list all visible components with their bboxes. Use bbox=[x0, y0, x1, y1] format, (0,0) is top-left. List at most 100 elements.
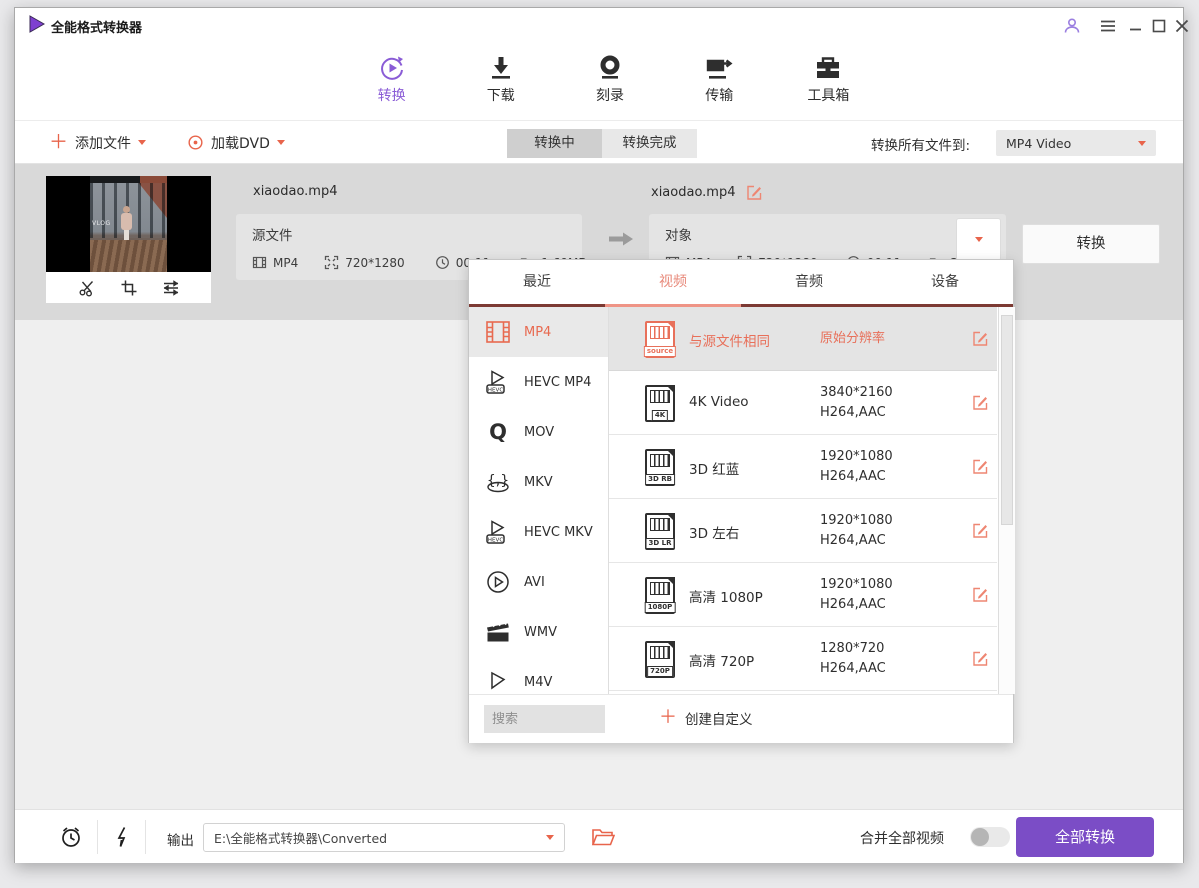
format-item-label: MP4 bbox=[524, 325, 551, 340]
format-popup-body: MP4 HEVC HEVC MP4 Q MOV {,} bbox=[469, 307, 1013, 694]
tab-video[interactable]: 视频 bbox=[605, 260, 741, 304]
format-item-m4v[interactable]: M4V bbox=[469, 657, 608, 694]
avi-icon bbox=[484, 568, 512, 596]
format-item-label: WMV bbox=[524, 625, 557, 640]
output-format-select[interactable]: MP4 Video bbox=[996, 130, 1156, 156]
tab-transfer[interactable]: 传输 bbox=[665, 44, 774, 121]
preset-list: source 与源文件相同 原始分辨率 4K 4K Video 3840*216… bbox=[609, 307, 1015, 694]
account-icon[interactable] bbox=[1061, 15, 1083, 37]
target-format-dropdown-button[interactable] bbox=[956, 218, 1001, 261]
preset-3d-rb[interactable]: 3D RB 3D 红蓝 1920*1080H264,AAC bbox=[609, 435, 997, 499]
preset-edit-icon[interactable] bbox=[972, 586, 989, 603]
add-files-label: 添加文件 bbox=[75, 133, 131, 153]
high-speed-icon[interactable] bbox=[111, 825, 135, 849]
format-item-label: MKV bbox=[524, 475, 553, 490]
format-item-mp4[interactable]: MP4 bbox=[469, 307, 608, 357]
format-item-mov[interactable]: Q MOV bbox=[469, 407, 608, 457]
rename-icon[interactable] bbox=[746, 184, 763, 201]
load-dvd-caret-icon bbox=[277, 140, 285, 145]
preset-edit-icon[interactable] bbox=[972, 522, 989, 539]
preset-edit-icon[interactable] bbox=[972, 394, 989, 411]
duration-icon bbox=[435, 255, 450, 270]
svg-text:{,}: {,} bbox=[487, 473, 509, 489]
preset-edit-icon[interactable] bbox=[972, 330, 989, 347]
target-section-label: 对象 bbox=[665, 224, 692, 244]
format-popup-footer: ＋ 创建自定义 bbox=[469, 694, 1013, 743]
tab-convert-label: 转换 bbox=[378, 88, 406, 104]
tab-audio[interactable]: 音频 bbox=[741, 260, 877, 304]
preset-edit-icon[interactable] bbox=[972, 650, 989, 667]
mov-icon: Q bbox=[484, 418, 512, 446]
tab-toolbox[interactable]: 工具箱 bbox=[774, 44, 883, 121]
format-popup-tabs: 最近 视频 音频 设备 bbox=[469, 260, 1013, 304]
add-files-caret-icon bbox=[138, 140, 146, 145]
create-custom-button[interactable]: ＋ 创建自定义 bbox=[659, 708, 753, 728]
format-item-label: MOV bbox=[524, 425, 554, 440]
tab-device[interactable]: 设备 bbox=[877, 260, 1013, 304]
target-format-caret-icon bbox=[975, 237, 983, 242]
svg-text:HEVC: HEVC bbox=[488, 388, 504, 394]
preset-720p[interactable]: 720P 高清 720P 1280*720H264,AAC bbox=[609, 627, 997, 691]
tab-recent[interactable]: 最近 bbox=[469, 260, 605, 304]
minimize-icon[interactable] bbox=[1125, 15, 1147, 37]
scrollbar-thumb[interactable] bbox=[1001, 315, 1013, 525]
menu-icon[interactable] bbox=[1097, 15, 1119, 37]
tab-converting[interactable]: 转换中 bbox=[507, 129, 602, 158]
output-format-value: MP4 Video bbox=[1006, 136, 1071, 151]
format-list: MP4 HEVC HEVC MP4 Q MOV {,} bbox=[469, 307, 609, 694]
format-item-mkv[interactable]: {,} MKV bbox=[469, 457, 608, 507]
format-item-hevc-mp4[interactable]: HEVC HEVC MP4 bbox=[469, 357, 608, 407]
preset-3d-rb-icon: 3D RB bbox=[645, 449, 675, 486]
format-item-avi[interactable]: AVI bbox=[469, 557, 608, 607]
tab-converted[interactable]: 转换完成 bbox=[602, 129, 697, 158]
format-item-wmv[interactable]: WMV bbox=[469, 607, 608, 657]
crop-icon[interactable] bbox=[120, 279, 138, 297]
divider bbox=[97, 820, 98, 854]
merge-videos-toggle[interactable] bbox=[970, 827, 1010, 847]
transfer-icon bbox=[704, 53, 734, 83]
preset-edit-icon[interactable] bbox=[972, 458, 989, 475]
tab-convert[interactable]: 转换 bbox=[337, 44, 446, 121]
svg-text:Q: Q bbox=[489, 420, 507, 444]
open-folder-icon[interactable] bbox=[591, 827, 615, 848]
format-item-hevc-mkv[interactable]: HEVC HEVC MKV bbox=[469, 507, 608, 557]
video-thumbnail: VLOG bbox=[46, 176, 211, 303]
close-icon[interactable] bbox=[1171, 15, 1193, 37]
convert-all-to-label: 转换所有文件到: bbox=[871, 134, 970, 154]
output-label: 输出 bbox=[167, 829, 194, 849]
app-title: 全能格式转换器 bbox=[51, 17, 142, 36]
schedule-icon[interactable] bbox=[59, 825, 83, 849]
source-filename: xiaodao.mp4 bbox=[253, 184, 338, 199]
maximize-icon[interactable] bbox=[1148, 15, 1170, 37]
search-input[interactable] bbox=[484, 705, 605, 733]
plus-icon: ＋ bbox=[49, 133, 68, 152]
preset-720p-icon: 720P bbox=[645, 641, 675, 678]
download-icon bbox=[486, 53, 516, 83]
preset-4k[interactable]: 4K 4K Video 3840*2160H264,AAC bbox=[609, 371, 997, 435]
preset-1080p[interactable]: 1080P 高清 1080P 1920*1080H264,AAC bbox=[609, 563, 997, 627]
convert-icon bbox=[377, 53, 407, 83]
convert-button[interactable]: 转换 bbox=[1022, 224, 1160, 264]
load-dvd-button[interactable]: 加载DVD bbox=[187, 121, 285, 164]
preset-source-icon: source bbox=[645, 321, 675, 358]
output-path-value: E:\全能格式转换器\Converted bbox=[214, 828, 387, 847]
tab-toolbox-label: 工具箱 bbox=[807, 88, 849, 104]
effects-icon[interactable] bbox=[162, 279, 180, 297]
convert-all-button[interactable]: 全部转换 bbox=[1016, 817, 1154, 857]
tab-download[interactable]: 下载 bbox=[446, 44, 555, 121]
output-path-select[interactable]: E:\全能格式转换器\Converted bbox=[203, 823, 565, 852]
trim-icon[interactable] bbox=[78, 279, 96, 297]
tab-burn[interactable]: 刻录 bbox=[555, 44, 664, 121]
format-item-label: HEVC MKV bbox=[524, 525, 593, 540]
add-files-button[interactable]: ＋ 添加文件 bbox=[49, 121, 146, 164]
title-bar: 全能格式转换器 bbox=[15, 8, 1183, 44]
plus-icon: ＋ bbox=[659, 709, 677, 727]
preset-1080p-icon: 1080P bbox=[645, 577, 675, 614]
preset-same-as-source[interactable]: source 与源文件相同 原始分辨率 bbox=[609, 307, 997, 371]
desktop: { "titlebar": { "title": "全能格式转换器" }, "n… bbox=[0, 0, 1199, 888]
bottom-bar: 输出 E:\全能格式转换器\Converted 合并全部视频 全部转换 bbox=[15, 809, 1183, 863]
preset-4k-icon: 4K bbox=[645, 385, 675, 422]
preset-3d-lr[interactable]: 3D LR 3D 左右 1920*1080H264,AAC bbox=[609, 499, 997, 563]
toolbox-icon bbox=[813, 53, 843, 83]
mkv-icon: {,} bbox=[484, 468, 512, 496]
